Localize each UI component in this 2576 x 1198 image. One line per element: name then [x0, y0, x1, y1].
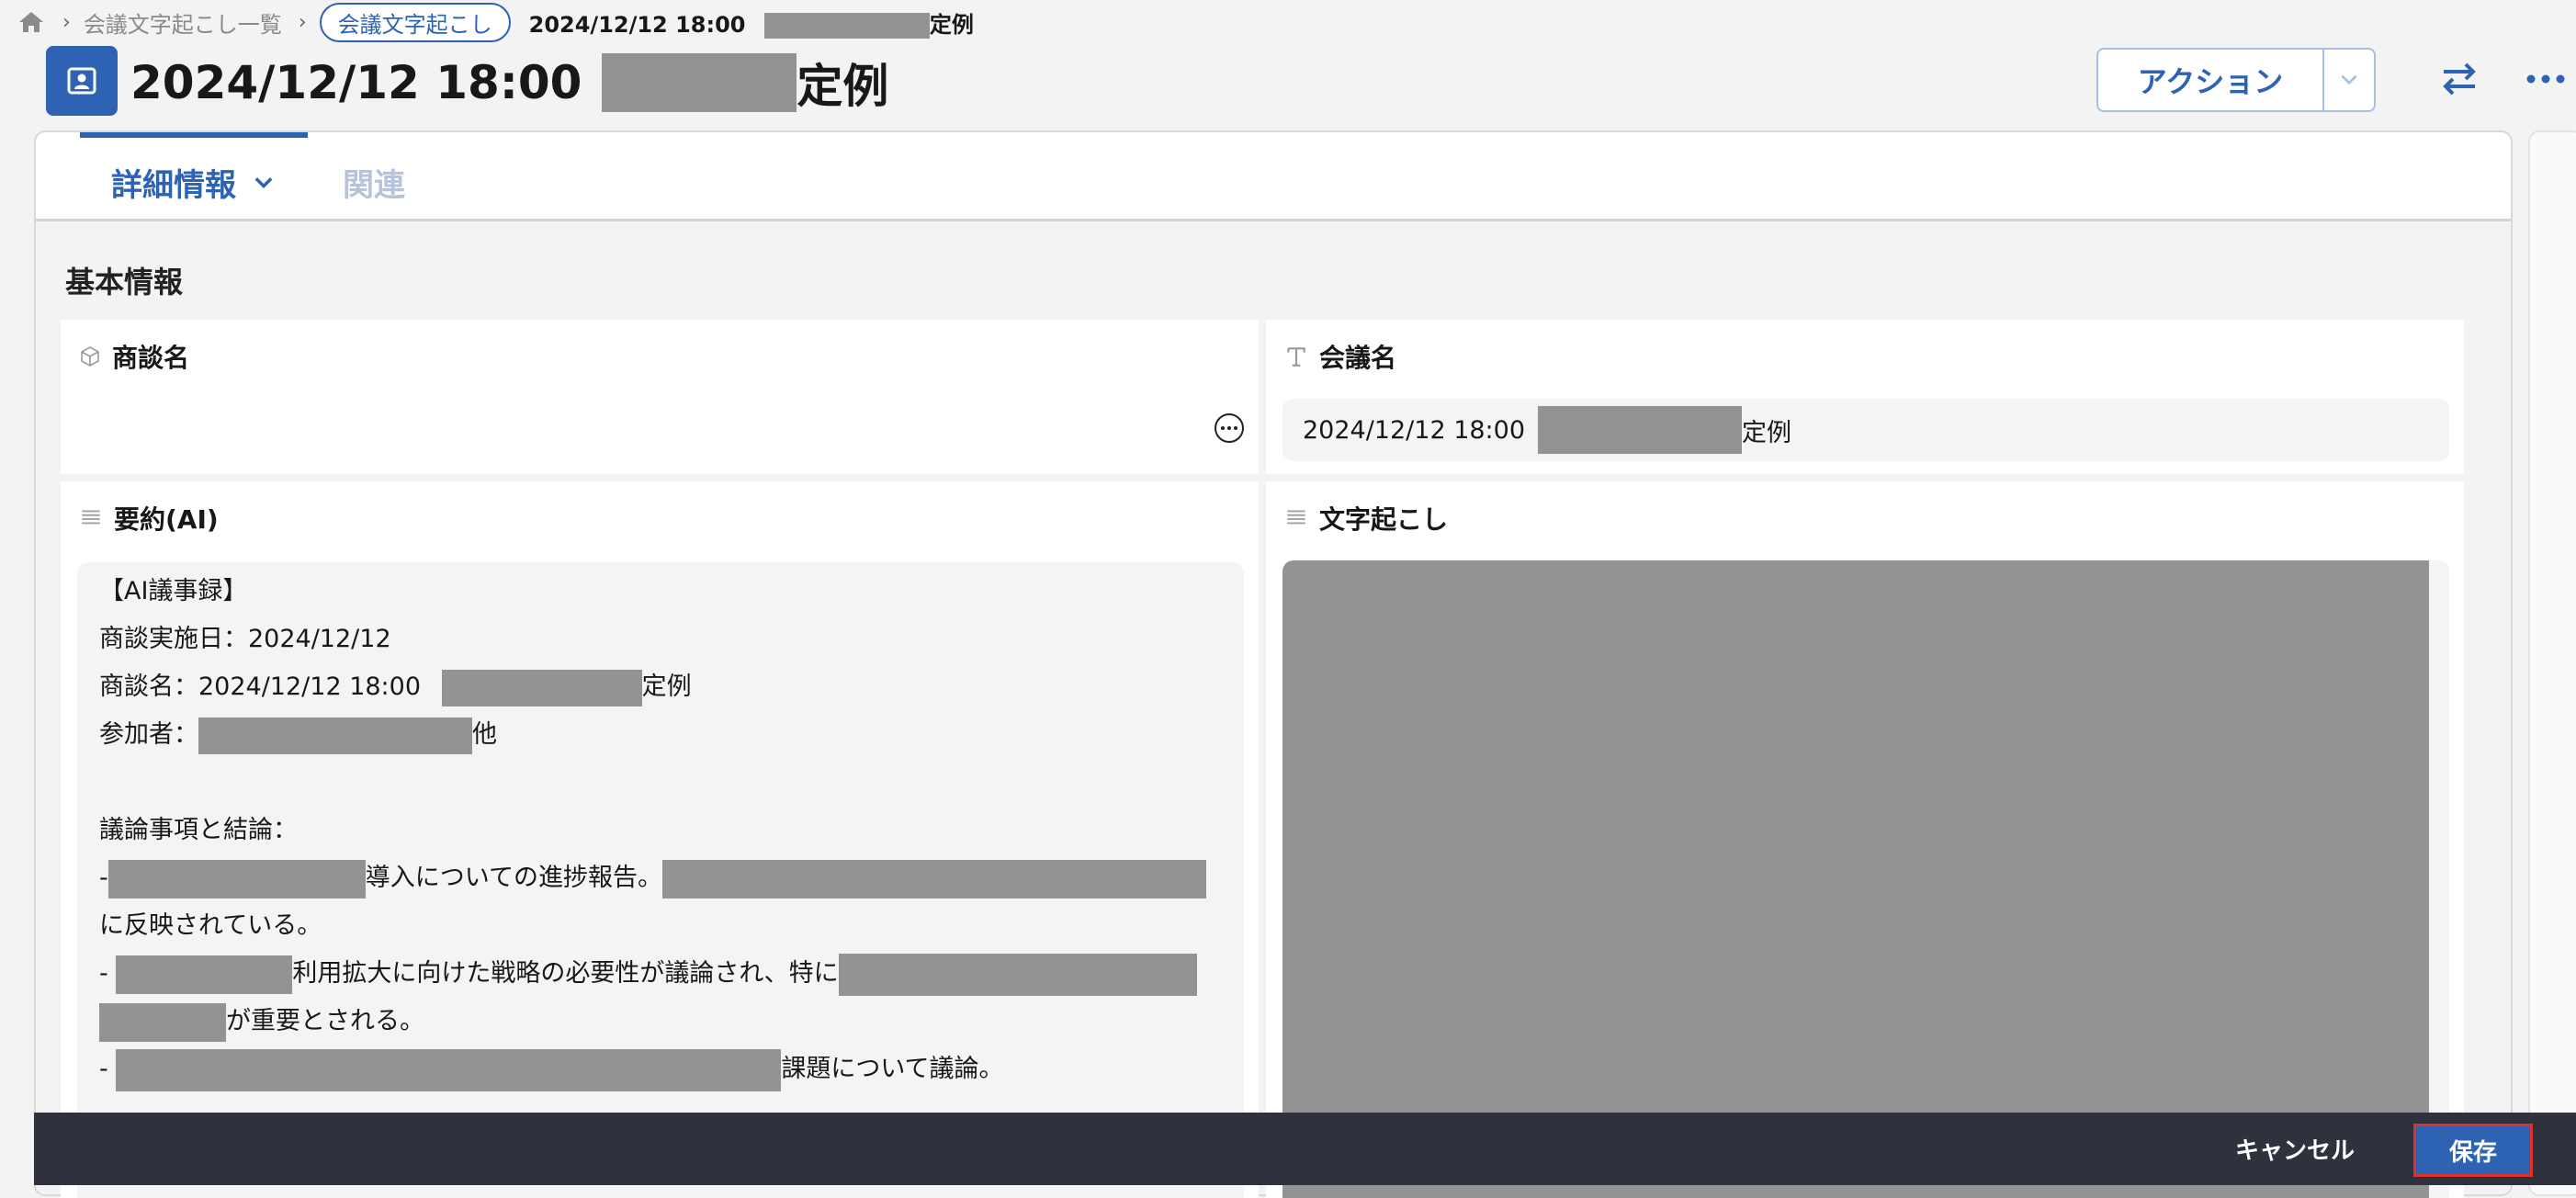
- cancel-button[interactable]: キャンセル: [2235, 1113, 2355, 1185]
- long-text-icon: [1287, 510, 1305, 525]
- section-title: 基本情報: [65, 265, 184, 300]
- redaction: [602, 53, 797, 112]
- breadcrumb-list-link[interactable]: 会議文字起こし一覧: [84, 6, 282, 39]
- summary-item2-b: が重要とされる。: [226, 1007, 424, 1035]
- summary-participants-suffix: 他: [472, 720, 497, 749]
- deal-field: 商談名: [61, 320, 1259, 474]
- more-circle-icon[interactable]: [1213, 412, 1246, 445]
- swap-arrows-icon[interactable]: [2436, 57, 2482, 101]
- deal-field-label: 商談名: [79, 338, 189, 375]
- redaction: [107, 859, 366, 898]
- summary-dash: -: [99, 959, 108, 988]
- summary-line: 商談名：2024/12/12 18:00 定例: [99, 663, 1222, 711]
- tab-bar: 詳細情報 関連: [36, 132, 2511, 221]
- summary-dash: -: [99, 1055, 108, 1083]
- edit-footer: キャンセル 保存: [34, 1113, 2576, 1185]
- home-icon[interactable]: [17, 7, 46, 37]
- redaction: [99, 1002, 226, 1042]
- summary-line: 【AI議事録】: [99, 577, 248, 605]
- redaction: [1538, 406, 1743, 454]
- transcript-field-label-text: 文字起こし: [1319, 504, 1449, 535]
- summary-line: 議論事項と結論：: [99, 816, 298, 844]
- deal-field-label-text: 商談名: [112, 343, 190, 373]
- summary-deal-prefix: 商談名：2024/12/12 18:00: [99, 672, 422, 701]
- chevron-right-icon: ›: [298, 10, 307, 34]
- summary-text[interactable]: 【AI議事録】 商談実施日：2024/12/12 商談名：2024/12/12 …: [77, 562, 1244, 1198]
- breadcrumb: › 会議文字起こし一覧 › 会議文字起こし 2024/12/12 18:00 定…: [17, 2, 974, 42]
- chevron-right-icon: ›: [62, 10, 71, 34]
- summary-field-label: 要約(AI): [79, 500, 219, 537]
- tab-details[interactable]: 詳細情報: [111, 160, 277, 205]
- summary-item1-a: 導入についての進捗報告。: [365, 864, 662, 892]
- summary-line: - 利用拡大に向けた戦略の必要性が議論され、特に: [99, 950, 1222, 998]
- breadcrumb-current-prefix: 2024/12/12 18:00: [528, 11, 746, 38]
- summary-dash: -: [99, 864, 108, 892]
- summary-line: 商談実施日：2024/12/12: [99, 625, 391, 653]
- summary-field-label-text: 要約(AI): [114, 504, 219, 535]
- meeting-field-label-text: 会議名: [1319, 343, 1397, 373]
- action-menu: アクション: [2096, 48, 2376, 112]
- redaction: [441, 669, 642, 706]
- side-panel-edge: [2528, 130, 2576, 1196]
- redaction: [116, 1048, 782, 1091]
- long-text-icon: [82, 510, 100, 525]
- active-tab-indicator: [80, 132, 308, 138]
- meeting-field-label: 会議名: [1284, 338, 1396, 375]
- summary-item3-a: 課題について議論。: [781, 1055, 1004, 1083]
- cube-icon: [81, 346, 99, 367]
- save-button[interactable]: 保存: [2413, 1124, 2533, 1177]
- page-title-prefix: 2024/12/12 18:00: [130, 56, 582, 109]
- page-title-suffix: 定例: [797, 60, 889, 113]
- summary-line: - 課題について議論。: [99, 1045, 1222, 1093]
- tab-details-label: 詳細情報: [111, 167, 236, 204]
- chevron-down-icon[interactable]: [2324, 50, 2374, 110]
- summary-participants-prefix: 参加者：: [99, 720, 198, 749]
- summary-field: 要約(AI) 【AI議事録】 商談実施日：2024/12/12 商談名：2024…: [61, 481, 1259, 1198]
- redaction: [661, 859, 1206, 898]
- summary-deal-suffix: 定例: [641, 672, 692, 701]
- meeting-field: 会議名 2024/12/12 18:00 定例: [1266, 320, 2464, 474]
- chevron-down-icon: [254, 176, 273, 188]
- redaction: [838, 953, 1197, 996]
- redaction: [1282, 560, 2429, 1198]
- breadcrumb-object-pill[interactable]: 会議文字起こし: [319, 2, 511, 42]
- transcript-text[interactable]: [1282, 560, 2449, 1198]
- page-title: 2024/12/12 18:00 定例: [130, 48, 888, 118]
- summary-line: - 導入についての進捗報告。: [99, 854, 1222, 902]
- summary-item2-a: 利用拡大に向けた戦略の必要性が議論され、特に: [292, 959, 839, 988]
- meeting-name-prefix: 2024/12/12 18:00: [1303, 415, 1526, 445]
- breadcrumb-current: 2024/12/12 18:00 定例: [529, 6, 974, 39]
- breadcrumb-current-suffix: 定例: [929, 11, 974, 38]
- meeting-name-value[interactable]: 2024/12/12 18:00 定例: [1282, 399, 2449, 461]
- transcript-field: 文字起こし: [1266, 481, 2464, 1198]
- redaction: [116, 955, 293, 994]
- contact-card-icon: [46, 46, 118, 116]
- action-button[interactable]: アクション: [2098, 50, 2324, 110]
- meeting-name-suffix: 定例: [1742, 418, 1792, 447]
- summary-line: に反映されている。: [99, 911, 322, 940]
- more-horizontal-icon[interactable]: [2523, 61, 2569, 97]
- summary-blank-line: [99, 759, 1222, 807]
- redaction: [763, 12, 930, 39]
- summary-line: が重要とされる。: [99, 998, 1222, 1045]
- redaction: [198, 717, 472, 754]
- tab-related-label: 関連: [343, 167, 405, 204]
- text-type-icon: [1287, 347, 1305, 367]
- summary-line: 参加者： 他: [99, 711, 1222, 759]
- transcript-field-label: 文字起こし: [1284, 500, 1448, 537]
- tab-related[interactable]: 関連: [343, 160, 405, 205]
- record-card: 詳細情報 関連 基本情報 商談名 会議名 2024/12/12 18:00 定例…: [34, 130, 2513, 1198]
